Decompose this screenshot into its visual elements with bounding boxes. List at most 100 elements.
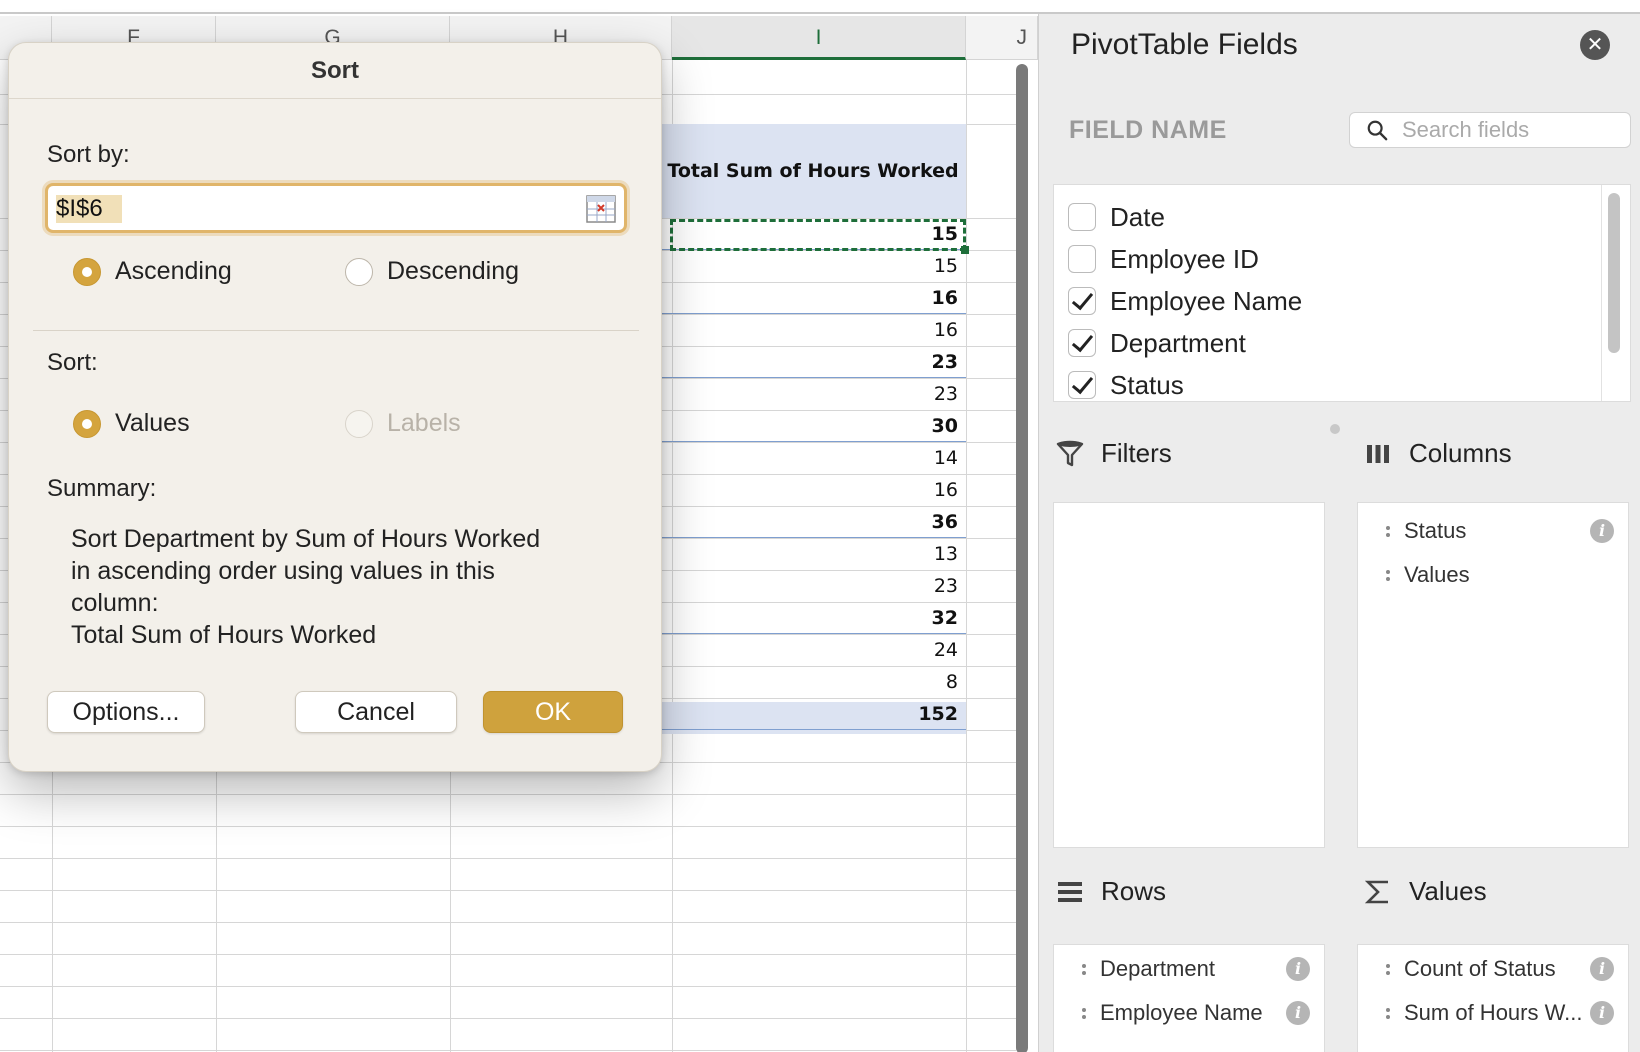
hours-value: 16	[931, 287, 958, 309]
values-radio[interactable]: Values	[73, 409, 190, 438]
hours-value: 14	[933, 447, 958, 469]
sort-label: Sort:	[47, 349, 98, 376]
area-item-label: Count of Status	[1404, 956, 1556, 981]
pivot-value-cell[interactable]: 316	[644, 314, 966, 346]
close-icon: ✕	[1586, 34, 1604, 56]
hours-value: 15	[933, 255, 958, 277]
field-list[interactable]: Date Employee ID Employee Name Departmen…	[1053, 184, 1631, 402]
info-icon[interactable]: i	[1590, 957, 1614, 981]
hours-value: 24	[933, 639, 958, 661]
pivot-value-cell[interactable]: 28	[644, 666, 966, 698]
area-item-label: Employee Name	[1100, 1000, 1263, 1025]
columns-label: Columns	[1409, 438, 1512, 468]
filter-icon	[1056, 440, 1084, 466]
drag-handle-icon[interactable]	[1076, 1007, 1092, 1019]
values-drop-area[interactable]: Count of Status i Sum of Hours W... i	[1357, 944, 1629, 1052]
sheet-vertical-scrollbar[interactable]	[1016, 64, 1028, 1052]
field-item-status[interactable]: Status	[1068, 365, 1184, 401]
field-checkbox-employee-id[interactable]	[1068, 245, 1096, 273]
ok-button[interactable]: OK	[483, 691, 623, 733]
info-icon[interactable]: i	[1286, 1001, 1310, 1025]
pivot-value-cell[interactable]: 4152	[644, 698, 966, 730]
columns-item-values[interactable]: Values	[1358, 555, 1628, 595]
rows-item-department[interactable]: Department	[1054, 949, 1324, 989]
values-item-sum-of-hours[interactable]: Sum of Hours W...	[1358, 993, 1628, 1033]
pivot-value-cell[interactable]: 216	[644, 474, 966, 506]
field-list-scrollbar[interactable]	[1608, 193, 1620, 353]
sort-by-input[interactable]	[56, 193, 556, 225]
descending-radio[interactable]: Descending	[345, 257, 519, 286]
field-label: Department	[1110, 327, 1246, 358]
field-item-date[interactable]: Date	[1068, 197, 1165, 237]
columns-drop-area[interactable]: Status i Values	[1357, 502, 1629, 848]
radio-dot[interactable]	[73, 257, 101, 286]
field-item-employee-name[interactable]: Employee Name	[1068, 281, 1302, 321]
column-header-i[interactable]: I	[672, 16, 966, 60]
close-pane-button[interactable]: ✕	[1580, 30, 1610, 60]
search-fields-input[interactable]	[1402, 116, 1622, 144]
search-icon	[1367, 120, 1388, 141]
info-icon[interactable]: i	[1590, 519, 1614, 543]
values-label: Values	[1409, 876, 1487, 906]
active-cell-marquee[interactable]	[670, 219, 969, 254]
pivot-column-header[interactable]: Total Sum of Hours Worked	[660, 124, 966, 218]
range-selector-icon[interactable]	[586, 195, 616, 223]
values-radio-label: Values	[115, 409, 190, 437]
fill-handle[interactable]	[961, 246, 969, 254]
hours-value: 152	[918, 703, 958, 725]
field-item-employee-id[interactable]: Employee ID	[1068, 239, 1259, 279]
rows-area-header: Rows	[1055, 876, 1166, 907]
summary-line: column:	[71, 589, 159, 617]
info-icon[interactable]: i	[1590, 1001, 1614, 1025]
pivot-value-cell[interactable]: 316	[644, 282, 966, 314]
field-checkbox-department[interactable]	[1068, 329, 1096, 357]
search-fields-box[interactable]	[1349, 112, 1631, 148]
area-item-label: Status	[1404, 518, 1467, 543]
radio-dot[interactable]	[345, 257, 373, 286]
column-header-j[interactable]: J	[966, 16, 1038, 60]
field-label: Employee Name	[1110, 285, 1303, 316]
drag-handle-icon[interactable]	[1380, 963, 1396, 975]
labels-radio: Labels	[345, 409, 461, 438]
drag-handle-icon[interactable]	[1380, 525, 1396, 537]
labels-radio-label: Labels	[387, 409, 461, 437]
columns-item-status[interactable]: Status	[1358, 511, 1628, 551]
rows-drop-area[interactable]: Department i Employee Name i	[1053, 944, 1325, 1052]
pivot-value-cell[interactable]: 323	[644, 346, 966, 378]
field-name-header: FIELD NAME	[1069, 116, 1227, 144]
pivot-value-cell[interactable]: 536	[644, 506, 966, 538]
field-label: Date	[1110, 201, 1165, 232]
excel-window: F G H I J Total Sum of Hours Worked 3153…	[0, 0, 1640, 1052]
info-icon[interactable]: i	[1286, 957, 1310, 981]
ascending-radio[interactable]: Ascending	[73, 257, 232, 286]
filters-drop-area[interactable]	[1053, 502, 1325, 848]
pane-splitter-handle[interactable]	[1330, 424, 1340, 434]
field-item-department[interactable]: Department	[1068, 323, 1246, 363]
drag-handle-icon[interactable]	[1380, 1007, 1396, 1019]
area-item-label: Department	[1100, 956, 1215, 981]
pivot-value-cell[interactable]: 323	[644, 570, 966, 602]
pivot-value-cell[interactable]: 213	[644, 538, 966, 570]
rows-item-employee-name[interactable]: Employee Name	[1054, 993, 1324, 1033]
values-item-count-of-status[interactable]: Count of Status	[1358, 949, 1628, 989]
field-checkbox-date[interactable]	[1068, 203, 1096, 231]
field-label: Employee ID	[1110, 243, 1259, 274]
pivot-value-cell[interactable]: 530	[644, 410, 966, 442]
field-checkbox-status[interactable]	[1068, 371, 1096, 399]
sort-by-field[interactable]	[45, 183, 627, 233]
radio-dot[interactable]	[73, 409, 101, 438]
drag-handle-icon[interactable]	[1380, 569, 1396, 581]
pivot-value-cell[interactable]: 532	[644, 602, 966, 634]
pivot-value-cell[interactable]: 314	[644, 442, 966, 474]
summary-text: Sort Department by Sum of Hours Worked i…	[71, 523, 611, 651]
pivot-value-cell[interactable]: 324	[644, 634, 966, 666]
options-button[interactable]: Options...	[47, 691, 205, 733]
pivot-value-cell[interactable]: 315	[644, 250, 966, 282]
hours-value: 8	[945, 671, 958, 693]
field-checkbox-employee-name[interactable]	[1068, 287, 1096, 315]
area-item-label: Sum of Hours W...	[1404, 1000, 1583, 1025]
drag-handle-icon[interactable]	[1076, 963, 1092, 975]
rows-label: Rows	[1101, 876, 1167, 906]
pivot-value-cell[interactable]: 323	[644, 378, 966, 410]
cancel-button[interactable]: Cancel	[295, 691, 457, 733]
